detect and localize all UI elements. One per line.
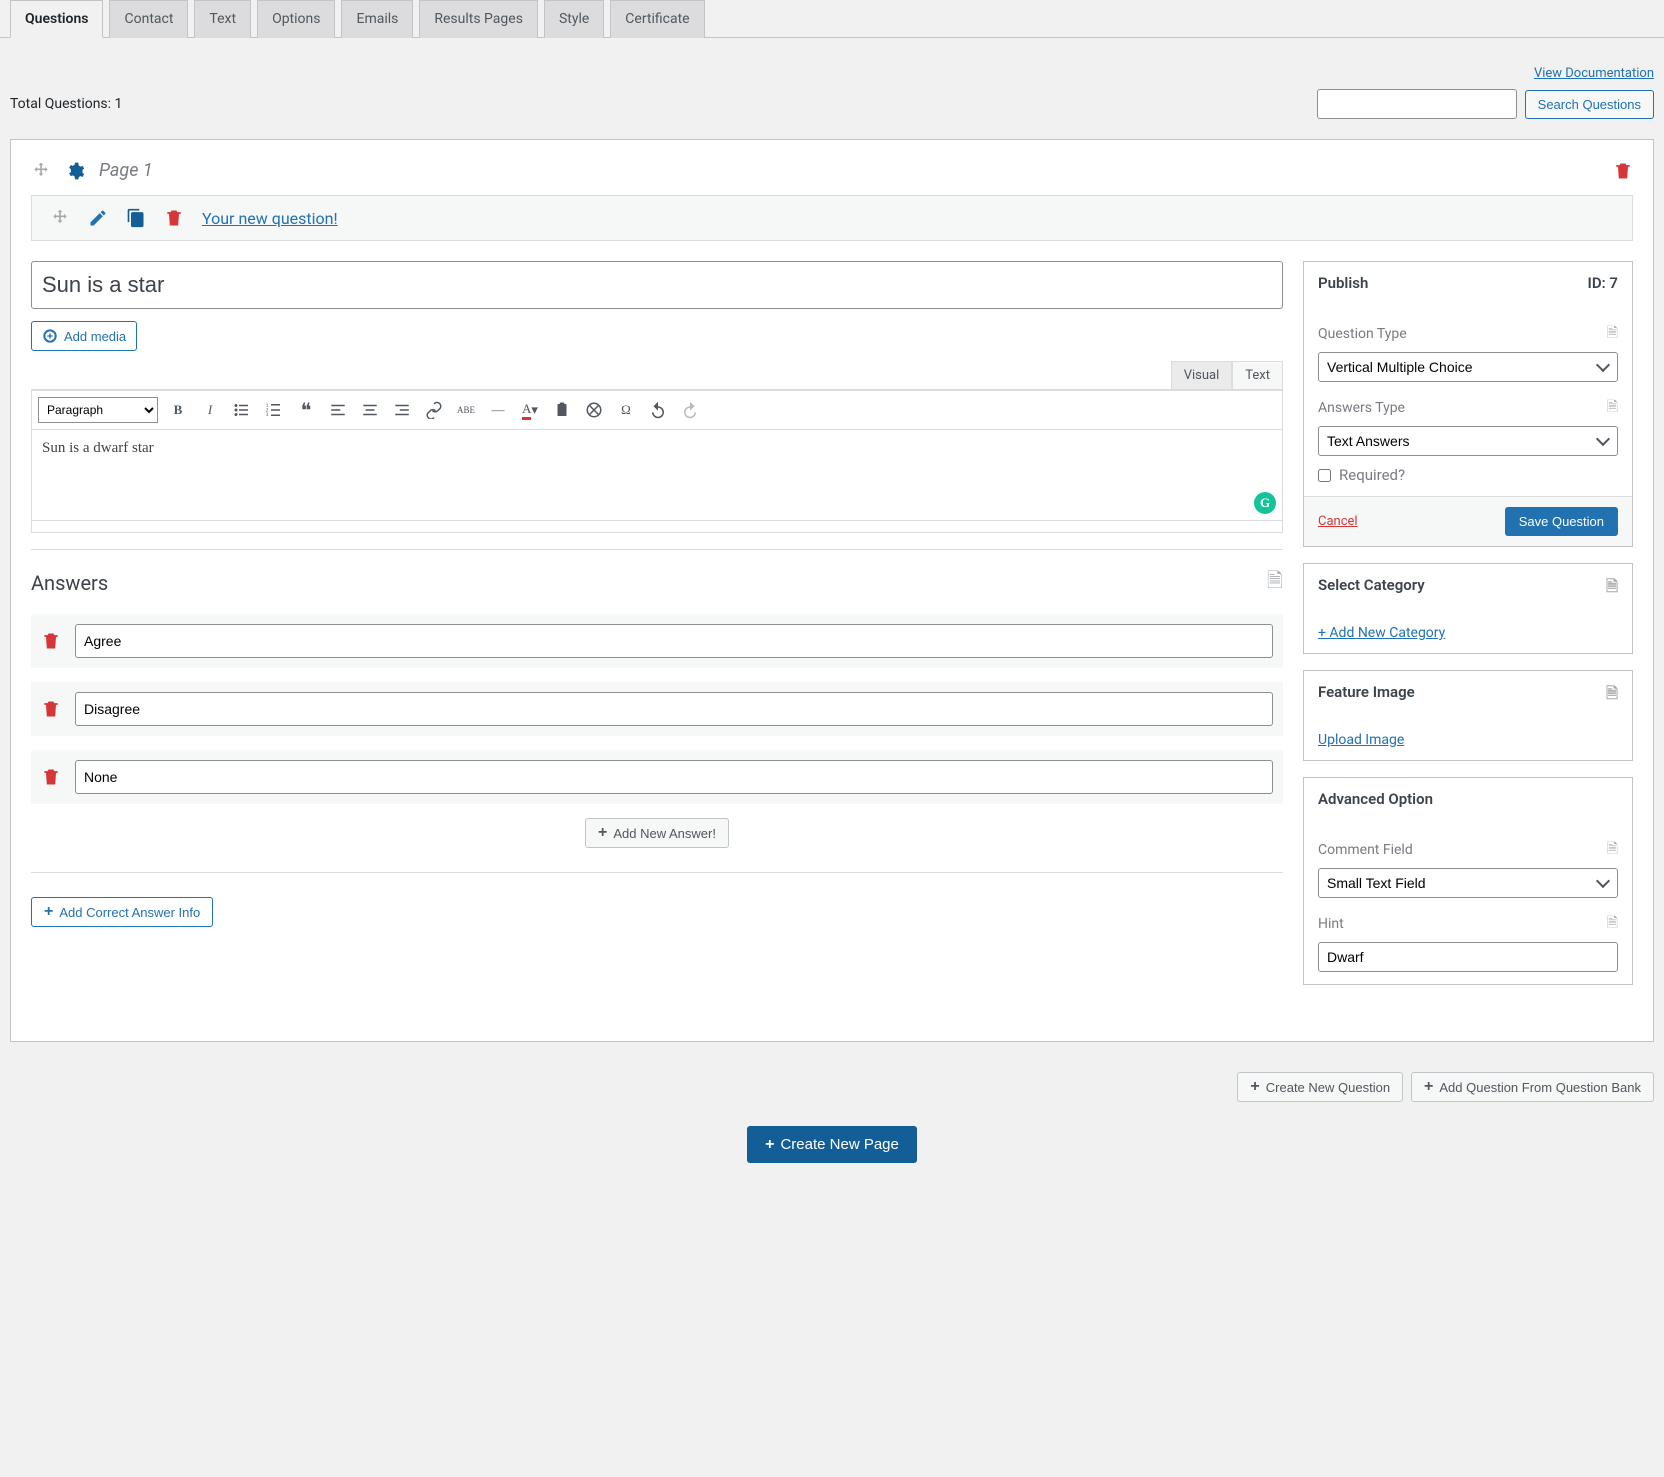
- answer-row: [31, 614, 1283, 668]
- cancel-link[interactable]: Cancel: [1318, 514, 1358, 529]
- answers-type-select[interactable]: Text Answers: [1318, 426, 1618, 456]
- document-icon[interactable]: 🗎: [1607, 396, 1618, 420]
- tab-contact[interactable]: Contact: [109, 0, 188, 38]
- tab-text[interactable]: Text: [194, 0, 251, 38]
- comment-field-select[interactable]: Small Text Field: [1318, 868, 1618, 898]
- document-icon[interactable]: 🗎: [1607, 838, 1618, 862]
- tab-options[interactable]: Options: [257, 0, 335, 38]
- trash-icon[interactable]: [1613, 161, 1633, 181]
- add-answer-button[interactable]: +Add New Answer!: [585, 818, 729, 848]
- search-questions-button[interactable]: Search Questions: [1525, 90, 1654, 119]
- editor-content[interactable]: Sun is a dwarf star G: [32, 430, 1282, 520]
- question-id: ID: 7: [1588, 274, 1618, 292]
- question-title-input[interactable]: [31, 261, 1283, 309]
- document-icon[interactable]: 🗎: [1606, 683, 1618, 708]
- question-type-label: Question Type: [1318, 326, 1407, 342]
- answer-row: [31, 750, 1283, 804]
- redo-icon[interactable]: [678, 398, 702, 422]
- publish-title: Publish: [1318, 274, 1368, 292]
- main-tabs: Questions Contact Text Options Emails Re…: [0, 0, 1664, 38]
- quote-icon[interactable]: ❝: [294, 398, 318, 422]
- tab-questions[interactable]: Questions: [10, 0, 103, 38]
- hint-label: Hint: [1318, 916, 1344, 932]
- save-question-button[interactable]: Save Question: [1505, 507, 1618, 536]
- document-icon[interactable]: 🗎: [1607, 912, 1618, 936]
- answer-input[interactable]: [75, 692, 1273, 726]
- answers-type-label: Answers Type: [1318, 400, 1405, 416]
- document-icon[interactable]: 🗎: [1606, 576, 1618, 601]
- editor-resize[interactable]: [32, 520, 1282, 532]
- trash-icon[interactable]: [41, 699, 61, 719]
- view-documentation-link[interactable]: View Documentation: [1534, 66, 1654, 81]
- text-color-icon[interactable]: A ▾: [518, 398, 542, 422]
- required-label: Required?: [1339, 466, 1405, 484]
- editor-toolbar: Paragraph B I 123 ❝ ABE — A ▾ Ω: [32, 390, 1282, 430]
- trash-icon[interactable]: [41, 631, 61, 651]
- comment-field-label: Comment Field: [1318, 842, 1413, 858]
- numbered-list-icon[interactable]: 123: [262, 398, 286, 422]
- create-new-question-button[interactable]: +Create New Question: [1237, 1072, 1403, 1102]
- category-title: Select Category: [1318, 576, 1425, 601]
- editor-tab-visual[interactable]: Visual: [1171, 361, 1233, 389]
- svg-text:3: 3: [266, 412, 269, 418]
- undo-icon[interactable]: [646, 398, 670, 422]
- align-center-icon[interactable]: [358, 398, 382, 422]
- total-questions-label: Total Questions: 1: [10, 96, 122, 112]
- move-icon[interactable]: [31, 161, 51, 181]
- advanced-title: Advanced Option: [1318, 790, 1433, 808]
- clear-format-icon[interactable]: [582, 398, 606, 422]
- answers-heading: Answers: [31, 571, 108, 595]
- question-toolbar: Your new question!: [31, 195, 1633, 241]
- answer-row: [31, 682, 1283, 736]
- upload-image-link[interactable]: Upload Image: [1318, 732, 1404, 748]
- paste-icon[interactable]: [550, 398, 574, 422]
- required-checkbox[interactable]: [1318, 469, 1331, 482]
- feature-image-title: Feature Image: [1318, 683, 1415, 708]
- move-icon[interactable]: [50, 208, 70, 228]
- create-new-page-button[interactable]: +Create New Page: [747, 1126, 917, 1163]
- copy-icon[interactable]: [126, 208, 146, 228]
- question-type-select[interactable]: Vertical Multiple Choice: [1318, 352, 1618, 382]
- gear-icon[interactable]: [65, 161, 85, 181]
- bold-icon[interactable]: B: [166, 398, 190, 422]
- paragraph-select[interactable]: Paragraph: [38, 397, 158, 423]
- editor-tab-text[interactable]: Text: [1232, 361, 1283, 389]
- strikethrough-icon[interactable]: ABE: [454, 398, 478, 422]
- answer-input[interactable]: [75, 624, 1273, 658]
- grammarly-icon[interactable]: G: [1254, 492, 1276, 514]
- link-icon[interactable]: [422, 398, 446, 422]
- page-title: Page 1: [99, 160, 153, 181]
- answer-input[interactable]: [75, 760, 1273, 794]
- new-question-link[interactable]: Your new question!: [202, 209, 338, 228]
- trash-icon[interactable]: [164, 208, 184, 228]
- tab-style[interactable]: Style: [544, 0, 604, 38]
- align-left-icon[interactable]: [326, 398, 350, 422]
- align-right-icon[interactable]: [390, 398, 414, 422]
- publish-box: Publish ID: 7 Question Type 🗎 Vertical Mu…: [1303, 261, 1633, 547]
- document-icon[interactable]: 🗎: [1607, 322, 1618, 346]
- add-category-link[interactable]: + Add New Category: [1318, 625, 1445, 641]
- bullet-list-icon[interactable]: [230, 398, 254, 422]
- category-box: Select Category 🗎 + Add New Category: [1303, 563, 1633, 654]
- feature-image-box: Feature Image 🗎 Upload Image: [1303, 670, 1633, 761]
- add-correct-answer-button[interactable]: +Add Correct Answer Info: [31, 897, 213, 927]
- tab-emails[interactable]: Emails: [341, 0, 413, 38]
- page-block: Page 1 Your new question! Add media Visu…: [10, 139, 1654, 1042]
- tab-results[interactable]: Results Pages: [419, 0, 538, 38]
- advanced-box: Advanced Option Comment Field 🗎 Small Tex…: [1303, 777, 1633, 985]
- special-char-icon[interactable]: Ω: [614, 398, 638, 422]
- pencil-icon[interactable]: [88, 208, 108, 228]
- hr-icon[interactable]: —: [486, 398, 510, 422]
- add-media-button[interactable]: Add media: [31, 321, 137, 351]
- italic-icon[interactable]: I: [198, 398, 222, 422]
- trash-icon[interactable]: [41, 767, 61, 787]
- document-icon[interactable]: 🗎: [1267, 566, 1283, 600]
- add-from-bank-button[interactable]: +Add Question From Question Bank: [1411, 1072, 1654, 1102]
- search-input[interactable]: [1317, 89, 1517, 119]
- tab-certificate[interactable]: Certificate: [610, 0, 704, 38]
- hint-input[interactable]: [1318, 942, 1618, 972]
